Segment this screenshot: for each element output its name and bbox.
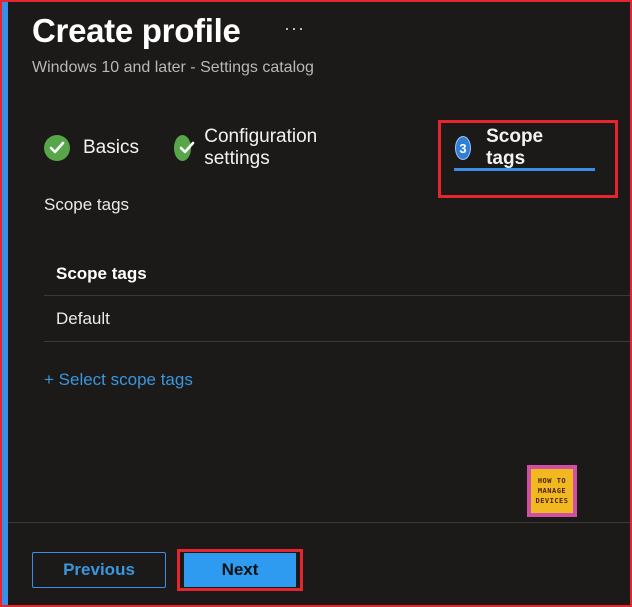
more-options-button[interactable]: ···: [284, 18, 305, 39]
logo-text: HOW TO: [537, 477, 567, 485]
page-title: Create profile: [32, 12, 241, 49]
highlight-box-scope-tags-step: [438, 120, 618, 198]
scope-tags-table: Scope tags Default: [44, 252, 630, 342]
next-button[interactable]: Next: [184, 553, 296, 587]
previous-button[interactable]: Previous: [32, 552, 166, 588]
section-label: Scope tags: [44, 195, 130, 214]
logo-text: MANAGE: [537, 487, 567, 495]
step-label: Basics: [83, 137, 139, 158]
step-basics[interactable]: Basics: [44, 132, 139, 164]
how-to-manage-devices-logo: HOW TO MANAGE DEVICES: [527, 465, 577, 517]
left-accent-stripe: [2, 2, 8, 605]
step-configuration-settings[interactable]: Configuration settings: [174, 126, 326, 169]
table-row: Default: [44, 296, 630, 342]
page-subtitle: Windows 10 and later - Settings catalog: [32, 59, 314, 76]
select-scope-tags-link[interactable]: + Select scope tags: [44, 370, 193, 390]
create-profile-page: Create profile ··· Windows 10 and later …: [0, 0, 632, 607]
check-icon: [174, 135, 195, 161]
step-label: Configuration settings: [204, 126, 318, 169]
check-icon: [44, 135, 70, 161]
footer-divider: [8, 522, 630, 523]
table-header: Scope tags: [44, 252, 630, 296]
logo-text: DEVICES: [535, 497, 569, 505]
